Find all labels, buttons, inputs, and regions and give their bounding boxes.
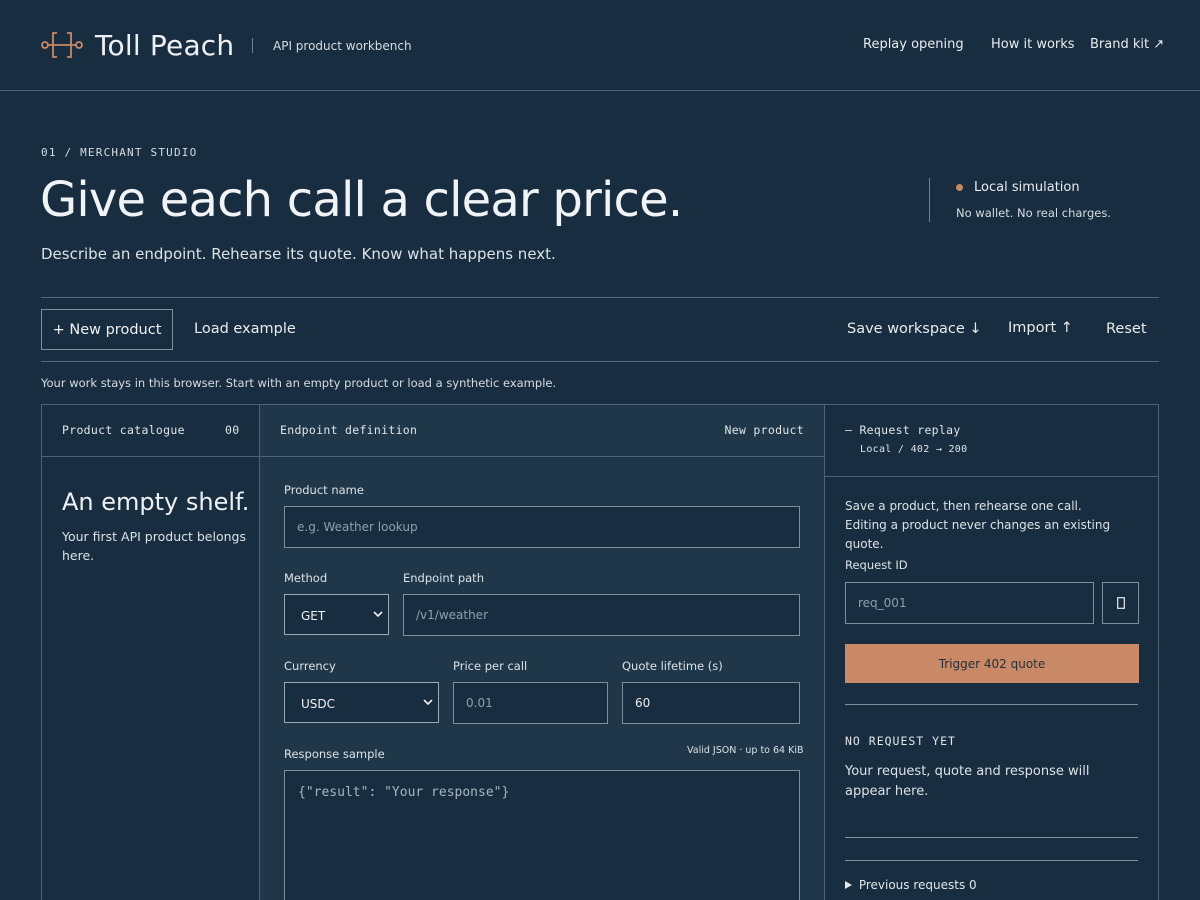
simulation-title: Local simulation xyxy=(974,180,1080,195)
page-subtitle: Describe an endpoint. Rehearse its quote… xyxy=(41,245,556,263)
method-value: GET xyxy=(301,609,326,623)
simulation-status-dot xyxy=(956,184,963,191)
catalogue-count: 00 xyxy=(225,423,240,437)
request-id-input[interactable]: req_001 xyxy=(845,582,1094,624)
response-sample-textarea[interactable]: {"result": "Your response"} xyxy=(284,770,800,900)
workspace-toolbar: + New product Load example Save workspac… xyxy=(41,297,1159,362)
trigger-quote-button[interactable]: Trigger 402 quote xyxy=(845,644,1139,683)
top-bar: Toll Peach API product workbench Replay … xyxy=(0,0,1200,91)
divider xyxy=(845,704,1138,705)
previous-requests-toggle[interactable]: Previous requests 0 xyxy=(845,878,977,892)
endpoint-path-label: Endpoint path xyxy=(403,571,484,585)
product-catalogue-panel: Product catalogue 00 An empty shelf. You… xyxy=(41,404,260,900)
endpoint-header: Endpoint definition New product xyxy=(260,405,824,457)
replay-header[interactable]: – Request replay Local / 402 → 200 xyxy=(825,405,1158,477)
product-name-label: Product name xyxy=(284,483,364,497)
currency-label: Currency xyxy=(284,659,336,673)
workspace-helper-text: Your work stays in this browser. Start w… xyxy=(41,376,557,390)
nav-replay-opening[interactable]: Replay opening xyxy=(863,37,964,52)
divider xyxy=(845,837,1138,838)
empty-shelf-title: An empty shelf. xyxy=(62,488,250,516)
endpoint-label: Endpoint definition xyxy=(280,423,418,437)
price-input[interactable]: 0.01 xyxy=(453,682,608,724)
nav-how-it-works[interactable]: How it works xyxy=(991,37,1075,52)
response-sample-label: Response sample xyxy=(284,747,385,761)
replay-sublabel: Local / 402 → 200 xyxy=(860,444,968,455)
quote-lifetime-label: Quote lifetime (s) xyxy=(622,659,723,673)
price-label: Price per call xyxy=(453,659,528,673)
currency-value: USDC xyxy=(301,697,336,711)
request-id-label: Request ID xyxy=(845,558,908,572)
request-replay-panel: – Request replay Local / 402 → 200 Save … xyxy=(824,404,1159,900)
copy-request-id-button[interactable] xyxy=(1102,582,1139,624)
brand-name[interactable]: Toll Peach xyxy=(95,29,234,62)
catalogue-label: Product catalogue xyxy=(62,423,185,437)
catalogue-header: Product catalogue 00 xyxy=(42,405,259,457)
load-example-button[interactable]: Load example xyxy=(194,321,296,337)
endpoint-definition-panel: Endpoint definition New product Product … xyxy=(259,404,825,900)
reset-button[interactable]: Reset xyxy=(1106,321,1147,337)
brand-divider xyxy=(252,38,253,53)
simulation-note: No wallet. No real charges. xyxy=(956,206,1111,220)
simulation-divider xyxy=(929,178,930,222)
import-button[interactable]: Import ↑ xyxy=(1008,320,1073,336)
chevron-down-icon xyxy=(423,699,433,706)
empty-shelf-note: Your first API product belongs here. xyxy=(62,529,246,563)
no-request-note: Your request, quote and response will ap… xyxy=(845,764,1090,799)
chevron-down-icon xyxy=(373,611,383,618)
previous-requests-label: Previous requests 0 xyxy=(858,878,977,892)
brand-tagline: API product workbench xyxy=(273,39,412,53)
no-request-title: NO REQUEST YET xyxy=(845,734,956,748)
method-label: Method xyxy=(284,571,328,585)
caret-right-icon xyxy=(845,881,852,889)
endpoint-status: New product xyxy=(724,423,804,437)
copy-icon xyxy=(1116,597,1125,609)
quote-lifetime-input[interactable]: 60 xyxy=(622,682,800,724)
endpoint-path-input[interactable]: /v1/weather xyxy=(403,594,800,636)
divider xyxy=(845,860,1138,861)
bracket-tag-icon[interactable] xyxy=(41,30,83,60)
replay-intro: Save a product, then rehearse one call. … xyxy=(845,499,1111,551)
nav-brand-kit[interactable]: Brand kit ↗ xyxy=(1090,37,1164,52)
replay-label: – Request replay xyxy=(845,423,961,437)
product-name-input[interactable]: e.g. Weather lookup xyxy=(284,506,800,548)
method-select[interactable]: GET xyxy=(284,594,389,635)
save-workspace-button[interactable]: Save workspace ↓ xyxy=(847,321,982,337)
page-title: Give each call a clear price. xyxy=(40,172,683,228)
section-eyebrow: 01 / MERCHANT STUDIO xyxy=(41,146,198,159)
new-product-button[interactable]: + New product xyxy=(41,309,173,350)
response-sample-hint: Valid JSON · up to 64 KiB xyxy=(687,745,804,756)
response-sample-placeholder: {"result": "Your response"} xyxy=(298,785,510,800)
currency-select[interactable]: USDC xyxy=(284,682,439,723)
